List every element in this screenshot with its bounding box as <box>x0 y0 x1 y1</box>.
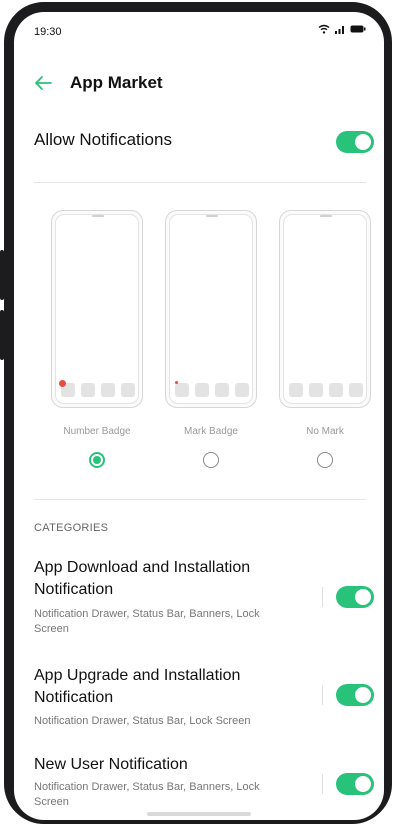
app-icon <box>81 383 95 397</box>
divider <box>34 182 366 183</box>
category-new-user[interactable]: New User Notification Notification Drawe… <box>14 754 384 818</box>
divider <box>34 499 366 500</box>
page-title: App Market <box>70 73 163 92</box>
category-title: New User Notification <box>34 756 188 773</box>
app-icon <box>195 383 209 397</box>
radio-mark-badge[interactable] <box>203 452 219 468</box>
preview-dock <box>59 380 135 397</box>
arrow-left-icon[interactable] <box>32 72 54 94</box>
categories-heading: CATEGORIES <box>34 522 109 534</box>
mark-badge-icon <box>175 381 178 384</box>
phone-preview <box>51 210 143 408</box>
category-description: Notification Drawer, Status Bar, Lock Sc… <box>34 715 251 727</box>
status-icons <box>318 24 366 34</box>
preview-notch <box>320 215 332 217</box>
preview-notch <box>206 215 218 217</box>
status-bar: 19:30 <box>14 12 384 52</box>
radio-no-mark[interactable] <box>317 452 333 468</box>
badge-style-selector: Number Badge Mark Badge No Mark <box>14 210 384 480</box>
badge-option-label: No Mark <box>306 426 344 437</box>
category-title: App Download and Installation Notificati… <box>34 559 251 598</box>
app-icon <box>101 383 115 397</box>
signal-icon <box>335 26 344 34</box>
app-icon <box>349 383 363 397</box>
header: App Market <box>14 68 384 98</box>
divider <box>322 774 323 794</box>
app-icon <box>329 383 343 397</box>
wifi-icon <box>318 24 330 34</box>
radio-number-badge[interactable] <box>89 452 105 468</box>
badge-option-mark[interactable]: Mark Badge <box>165 210 257 468</box>
app-icon <box>289 383 303 397</box>
category-toggle[interactable] <box>336 773 374 795</box>
allow-notifications-row[interactable]: Allow Notifications <box>14 122 384 162</box>
app-icon <box>59 380 75 397</box>
category-toggle[interactable] <box>336 586 374 608</box>
category-app-upgrade[interactable]: App Upgrade and Installation Notificatio… <box>14 665 384 735</box>
number-badge-icon <box>59 380 66 387</box>
volume-button <box>0 250 4 300</box>
app-icon <box>215 383 229 397</box>
badge-option-label: Number Badge <box>63 426 131 437</box>
app-icon <box>309 383 323 397</box>
phone-preview-screen <box>169 214 253 404</box>
preview-notch <box>92 215 104 217</box>
battery-icon <box>350 25 366 33</box>
allow-notifications-toggle[interactable] <box>336 131 374 153</box>
screen: 19:30 App Market Allow Notifications Num… <box>14 12 384 820</box>
phone-preview-screen <box>283 214 367 404</box>
allow-notifications-label: Allow Notifications <box>34 130 172 149</box>
volume-button <box>0 310 4 360</box>
divider <box>322 685 323 705</box>
app-icon <box>235 383 249 397</box>
phone-preview-screen <box>55 214 139 404</box>
category-app-download[interactable]: App Download and Installation Notificati… <box>14 557 384 647</box>
status-time: 19:30 <box>34 26 62 38</box>
preview-dock <box>175 381 249 397</box>
home-indicator[interactable] <box>147 812 251 816</box>
category-description: Notification Drawer, Status Bar, Banners… <box>34 608 260 635</box>
phone-preview <box>165 210 257 408</box>
category-title: App Upgrade and Installation Notificatio… <box>34 667 241 706</box>
preview-dock <box>289 383 363 397</box>
badge-option-label: Mark Badge <box>184 426 238 437</box>
divider <box>322 587 323 607</box>
phone-preview <box>279 210 371 408</box>
category-toggle[interactable] <box>336 684 374 706</box>
app-icon <box>121 383 135 397</box>
badge-option-none[interactable]: No Mark <box>279 210 371 468</box>
badge-option-number[interactable]: Number Badge <box>51 210 143 468</box>
category-description: Notification Drawer, Status Bar, Banners… <box>34 781 260 808</box>
app-icon <box>175 381 189 397</box>
